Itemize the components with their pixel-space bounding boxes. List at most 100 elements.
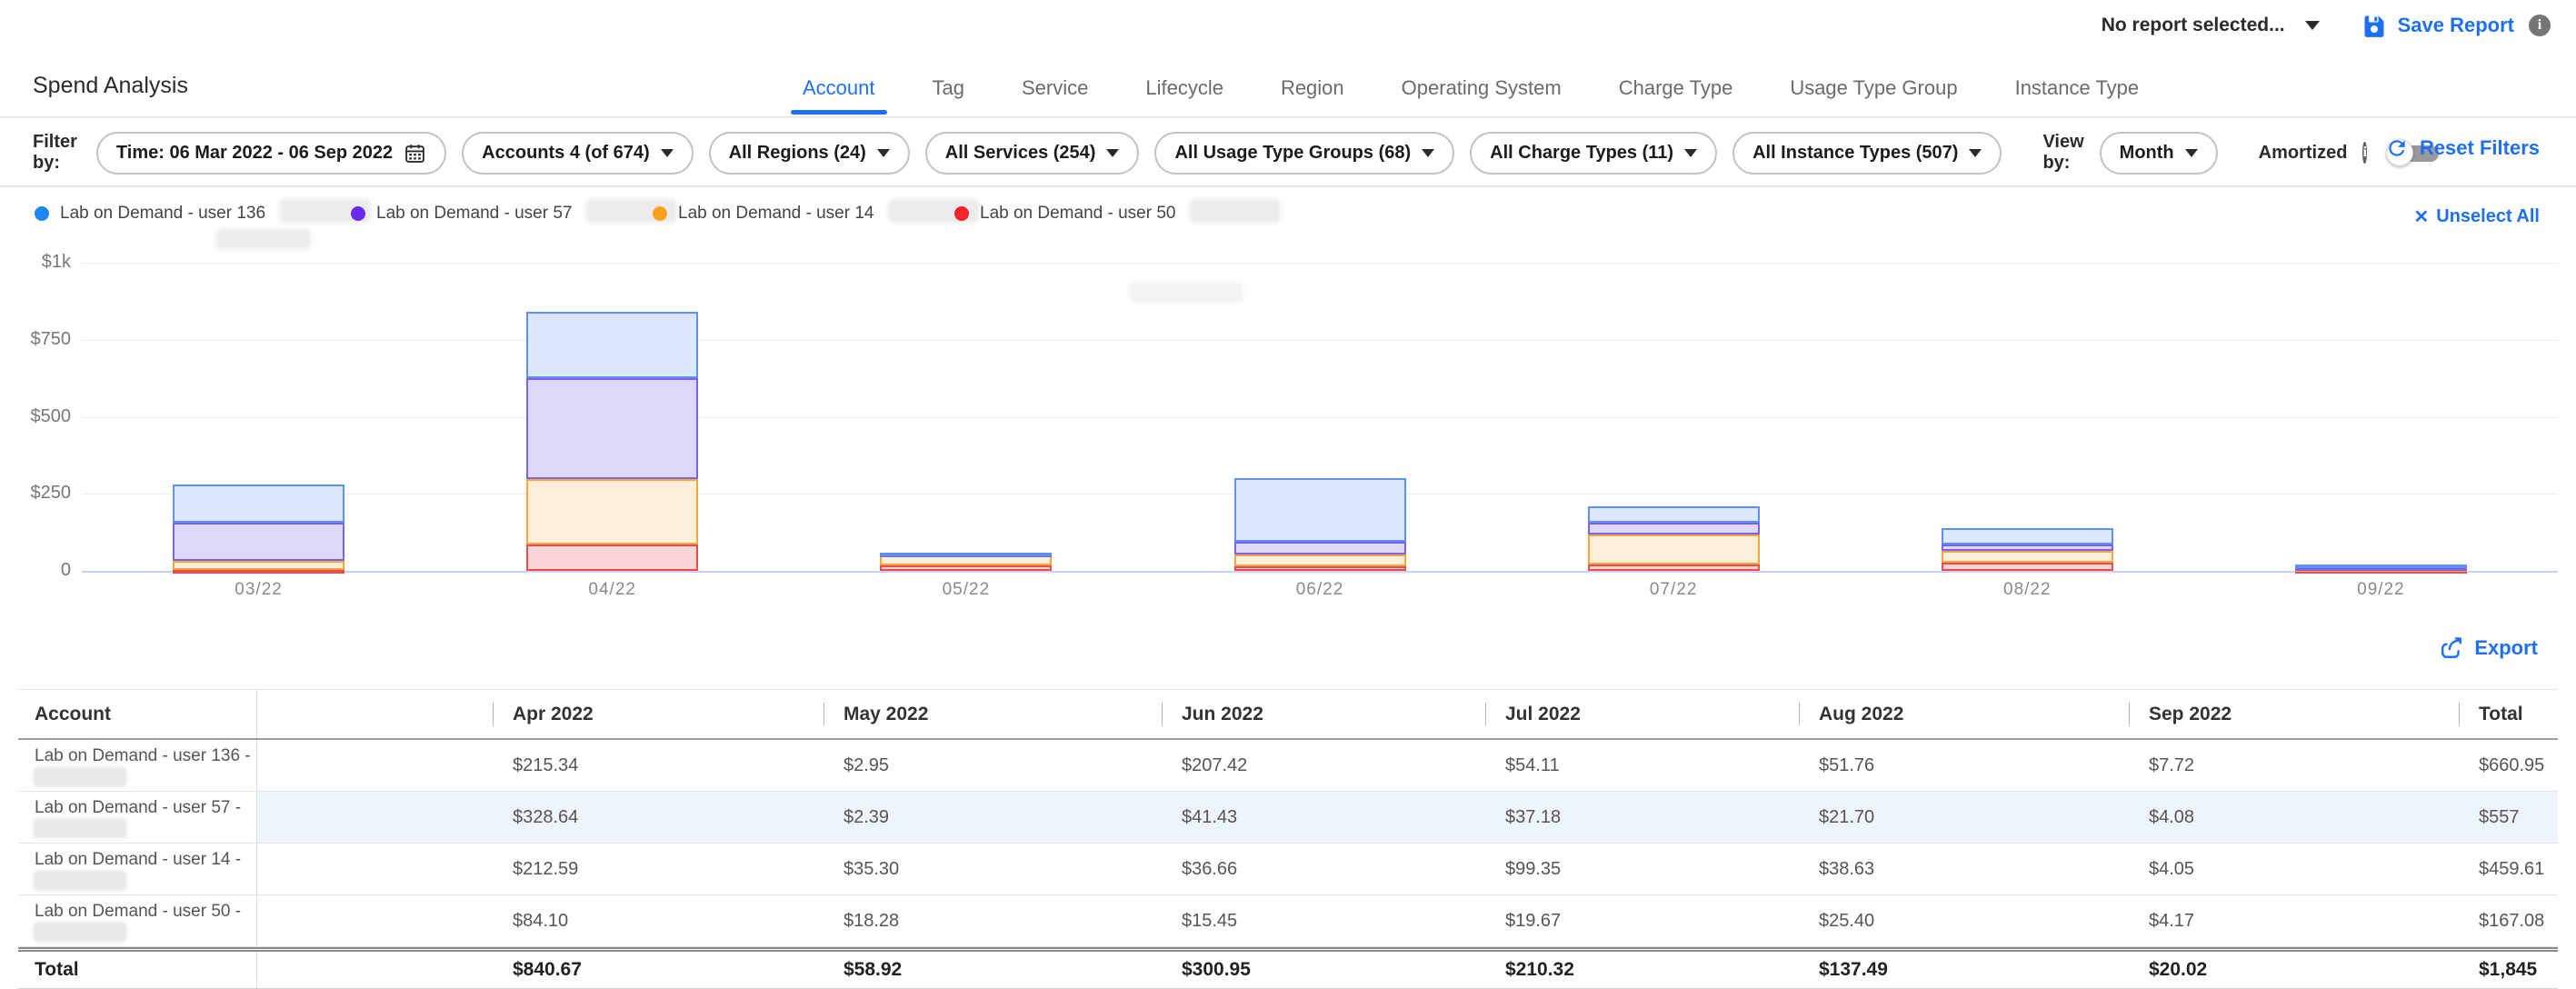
bar-segment[interactable] — [2295, 564, 2467, 568]
usage-type-groups-filter[interactable]: All Usage Type Groups (68) — [1154, 132, 1454, 175]
bar-segment[interactable] — [1942, 563, 2113, 571]
tab-charge-type[interactable]: Charge Type — [1619, 76, 1733, 100]
bar-segment[interactable] — [526, 479, 698, 544]
value-cell: $459.61 — [2459, 844, 2558, 894]
charge-types-filter[interactable]: All Charge Types (11) — [1470, 132, 1717, 175]
accounts-filter[interactable]: Accounts 4 (of 674) — [462, 132, 693, 175]
bar-segment[interactable] — [1234, 542, 1406, 554]
tab-lifecycle[interactable]: Lifecycle — [1145, 76, 1223, 100]
tab-usage-type-group[interactable]: Usage Type Group — [1790, 76, 1957, 100]
tab-operating-system[interactable]: Operating System — [1402, 76, 1562, 100]
legend-dot-icon — [351, 206, 365, 221]
view-by-dropdown[interactable]: Month — [2100, 132, 2218, 175]
bar-segment[interactable] — [173, 523, 344, 561]
bar-segment[interactable] — [1588, 564, 1760, 571]
instance-types-filter[interactable]: All Instance Types (507) — [1732, 132, 2002, 175]
charge-types-filter-label: All Charge Types (11) — [1490, 143, 1673, 164]
bar-segment[interactable] — [526, 312, 698, 378]
total-value-cell: $20.02 — [2129, 952, 2459, 988]
value-cell: $25.40 — [1799, 895, 2129, 946]
total-value-cell: $300.95 — [1162, 952, 1485, 988]
table-total-row: Total$840.67$58.92$300.95$210.32$137.49$… — [18, 947, 2558, 989]
regions-filter[interactable]: All Regions (24) — [709, 132, 910, 175]
redacted-text — [1192, 201, 1279, 221]
bar-segment[interactable] — [526, 378, 698, 479]
total-value-cell: $840.67 — [493, 952, 824, 988]
legend-item[interactable]: Lab on Demand - user 14 — [653, 204, 977, 224]
bar-segment[interactable] — [1588, 506, 1760, 523]
tabs-divider — [0, 116, 2576, 118]
value-cell: $557 — [2459, 792, 2558, 843]
chevron-down-icon — [2185, 149, 2198, 157]
bar-segment[interactable] — [1588, 534, 1760, 565]
x-icon: ✕ — [2413, 205, 2429, 228]
table-header-row: AccountApr 2022May 2022Jun 2022Jul 2022A… — [18, 689, 2558, 740]
legend-label: Lab on Demand - user 50 — [980, 204, 1175, 224]
info-icon[interactable]: i — [2362, 142, 2366, 164]
y-axis-tick-label: $500 — [7, 406, 71, 427]
x-axis-tick-label: 07/22 — [1619, 580, 1728, 600]
bar-segment[interactable] — [173, 485, 344, 523]
tab-service[interactable]: Service — [1022, 76, 1088, 100]
export-button[interactable]: Export — [2440, 636, 2538, 660]
bar-segment[interactable] — [1942, 551, 2113, 563]
report-selector-dropdown[interactable]: No report selected... — [2102, 15, 2320, 36]
accounts-filter-label: Accounts 4 (of 674) — [482, 143, 649, 164]
value-cell: $167.08 — [2459, 895, 2558, 946]
x-axis-tick-label: 05/22 — [912, 580, 1021, 600]
legend-item[interactable]: Lab on Demand - user 57 — [351, 204, 675, 224]
total-value-cell: $1,845 — [2459, 952, 2558, 988]
spend-table: AccountApr 2022May 2022Jun 2022Jul 2022A… — [18, 689, 2558, 989]
account-cell: Lab on Demand - user 50 - — [18, 895, 257, 946]
info-icon[interactable]: i — [2529, 15, 2551, 36]
y-axis-tick-label: 0 — [7, 560, 71, 581]
account-name: Lab on Demand - user 136 - — [35, 746, 251, 765]
gridline — [82, 571, 2558, 573]
total-value-cell: $58.92 — [824, 952, 1162, 988]
save-report-label: Save Report — [2398, 14, 2514, 37]
tab-tag[interactable]: Tag — [933, 76, 964, 100]
value-cell: $328.64 — [493, 792, 824, 843]
bar-segment[interactable] — [880, 553, 1052, 556]
bar-segment[interactable] — [880, 565, 1052, 571]
bar-segment[interactable] — [1588, 523, 1760, 534]
x-axis-tick-label: 03/22 — [205, 580, 314, 600]
value-cell: $36.66 — [1162, 844, 1485, 894]
bar-segment[interactable] — [1942, 544, 2113, 551]
bar-segment[interactable] — [173, 561, 344, 571]
page-title: Spend Analysis — [33, 73, 188, 99]
unselect-all-button[interactable]: ✕ Unselect All — [2413, 205, 2540, 228]
legend-item[interactable]: Lab on Demand - user 50 — [954, 204, 1279, 224]
value-cell: $41.43 — [1162, 792, 1485, 843]
y-axis-tick-label: $250 — [7, 483, 71, 504]
calendar-icon — [404, 142, 426, 165]
time-filter[interactable]: Time: 06 Mar 2022 - 06 Sep 2022 — [96, 132, 446, 175]
bar-segment[interactable] — [1234, 478, 1406, 542]
table-header-cell: Apr 2022 — [493, 690, 824, 738]
tab-instance-type[interactable]: Instance Type — [2015, 76, 2140, 100]
table-header-cell: Total — [2459, 690, 2558, 738]
legend-label: Lab on Demand - user 14 — [678, 204, 874, 224]
bar-segment[interactable] — [1234, 554, 1406, 565]
x-axis-tick-label: 06/22 — [1265, 580, 1374, 600]
bar-segment[interactable] — [1234, 566, 1406, 571]
legend-item[interactable]: Lab on Demand - user 136 — [35, 204, 369, 224]
empty-cell — [257, 792, 493, 843]
bar-segment[interactable] — [173, 570, 344, 574]
tab-account[interactable]: Account — [803, 76, 875, 100]
legend-dot-icon — [954, 206, 969, 221]
filter-bar: Filter by: Time: 06 Mar 2022 - 06 Sep 20… — [33, 120, 2303, 185]
total-value-cell: $210.32 — [1485, 952, 1799, 988]
tab-region[interactable]: Region — [1281, 76, 1344, 100]
services-filter[interactable]: All Services (254) — [925, 132, 1140, 175]
table-header-cell: Jul 2022 — [1485, 690, 1799, 738]
reset-filters-label: Reset Filters — [2420, 136, 2540, 160]
amortized-label: Amortized — [2259, 143, 2348, 164]
bar-segment[interactable] — [526, 544, 698, 571]
bar-segment[interactable] — [1942, 528, 2113, 544]
value-cell: $4.08 — [2129, 792, 2459, 843]
reset-filters-button[interactable]: Reset Filters — [2385, 136, 2540, 160]
value-cell: $21.70 — [1799, 792, 2129, 843]
save-report-button[interactable]: Save Report — [2361, 13, 2514, 38]
view-by-label: View by: — [2042, 132, 2083, 174]
